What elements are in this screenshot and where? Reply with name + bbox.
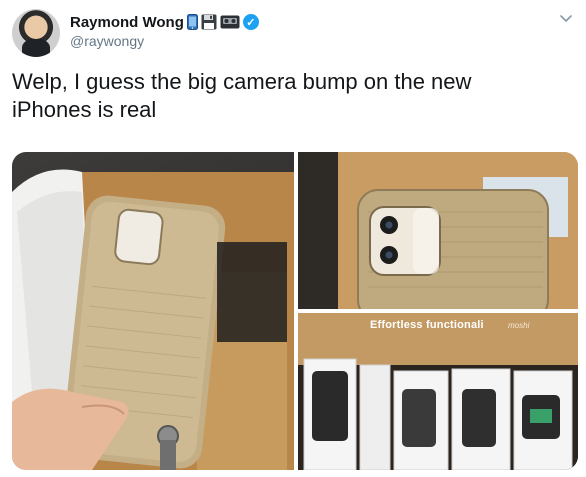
photo-hand-holding-case[interactable] [12,152,294,470]
photo-camera-bump-closeup[interactable] [298,152,578,309]
photo-camera-bump-closeup-image [298,152,578,309]
mobile-phone-icon [186,14,198,30]
videocassette-icon [220,14,240,30]
author-handle[interactable]: @raywongy [70,33,144,49]
tweet-card[interactable]: Raymond Wong ✓ @raywongy Welp, I guess t… [0,0,586,477]
chevron-down-icon[interactable] [558,10,574,26]
author-display-name[interactable]: Raymond Wong [70,14,184,31]
photo-box-of-cases[interactable]: Effortless functionali moshi [298,313,578,470]
avatar[interactable] [12,9,60,57]
photo-box-of-cases-image [298,313,578,470]
verified-badge-icon: ✓ [242,14,259,30]
photo-overlay-brand: moshi [508,321,530,330]
tweet-text-line-1: Welp, I guess the big camera bump on the… [12,69,472,94]
photo-overlay-text: Effortless functionali [370,319,484,331]
tweet-text-line-2: iPhones is real [12,97,157,122]
photo-hand-holding-case-image [12,169,294,470]
media-grid: Effortless functionali moshi [12,152,578,470]
tweet-text: Welp, I guess the big camera bump on the… [12,68,572,124]
author-name-row: Raymond Wong ✓ [70,12,259,32]
floppy-disk-icon [201,14,217,30]
